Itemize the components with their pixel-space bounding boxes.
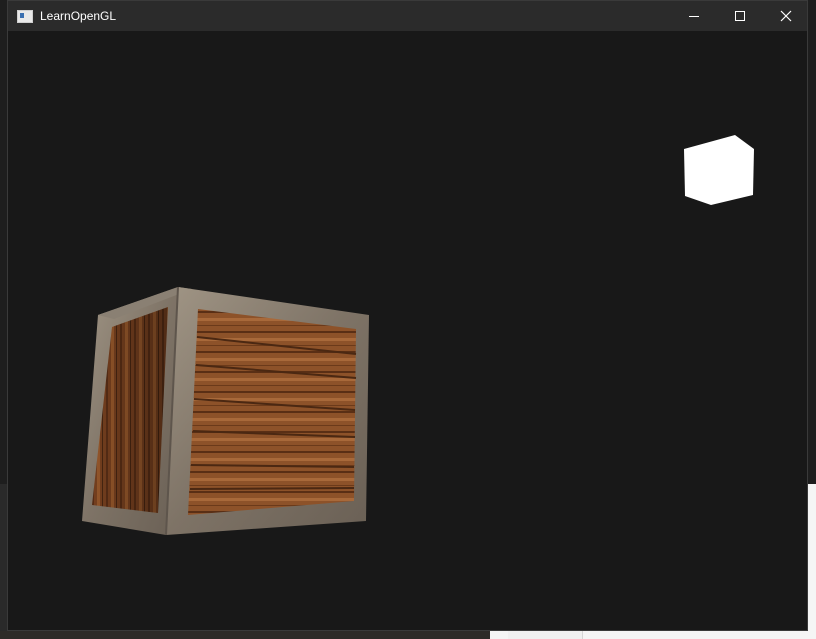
background-taskbar-strip [0, 631, 490, 639]
opengl-window: LearnOpenGL [7, 0, 808, 631]
window-title: LearnOpenGL [40, 9, 117, 23]
minimize-icon [689, 16, 699, 17]
render-viewport[interactable] [8, 31, 807, 630]
maximize-icon [735, 11, 745, 21]
wooden-crate [82, 286, 369, 536]
light-cube [684, 135, 754, 205]
close-icon [780, 10, 792, 22]
window-titlebar[interactable]: LearnOpenGL [8, 1, 807, 31]
close-button[interactable] [763, 1, 809, 31]
3d-scene [82, 135, 754, 536]
app-icon [17, 9, 33, 23]
minimize-button[interactable] [671, 1, 717, 31]
maximize-button[interactable] [717, 1, 763, 31]
